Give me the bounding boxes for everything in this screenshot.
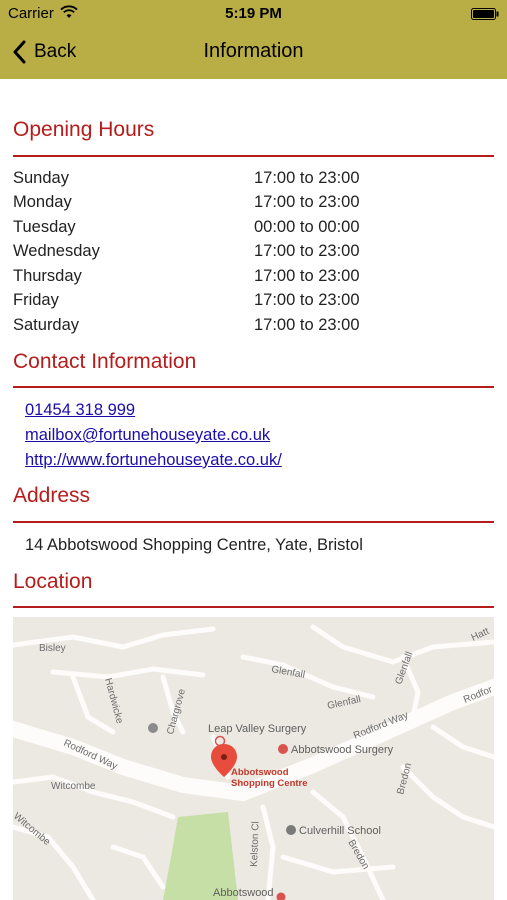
- hours-time: 00:00 to 00:00: [254, 218, 360, 236]
- school-icon: [286, 825, 296, 835]
- hours-day: Friday: [13, 291, 59, 309]
- hours-day: Saturday: [13, 316, 80, 334]
- hours-time: 17:00 to 23:00: [254, 267, 360, 285]
- map-label-bisley: Bisley: [39, 643, 66, 654]
- section-divider: [13, 606, 494, 608]
- hours-row: Wednesday 17:00 to 23:00: [13, 242, 493, 266]
- medical-icon: [276, 892, 286, 900]
- section-divider: [13, 521, 494, 523]
- hours-time: 17:00 to 23:00: [254, 169, 360, 187]
- hours-time: 17:00 to 23:00: [254, 242, 360, 260]
- hours-day: Tuesday: [13, 218, 76, 236]
- poi-label: Leap Valley Surgery: [208, 723, 307, 735]
- map-label-kelston-cl: Kelston Cl: [249, 821, 262, 867]
- hours-row: Thursday 17:00 to 23:00: [13, 267, 493, 291]
- hours-time: 17:00 to 23:00: [254, 316, 360, 334]
- poi-label: Abbotswood: [213, 887, 274, 899]
- place-of-worship-icon: [148, 723, 158, 733]
- medical-icon: [278, 744, 288, 754]
- navigation-bar: Carrier 5:19 PM Back Information: [0, 0, 507, 79]
- contact-heading: Contact Information: [13, 350, 197, 373]
- location-map[interactable]: Bisley Hatt Glenfall Glenfall Glenfall H…: [13, 617, 494, 900]
- hours-day: Thursday: [13, 267, 82, 285]
- poi-abbotswood-surgery: Abbotswood Surgery: [278, 744, 394, 756]
- hours-day: Wednesday: [13, 242, 100, 260]
- hours-row: Tuesday 00:00 to 00:00: [13, 218, 493, 242]
- email-link[interactable]: mailbox@fortunehouseyate.co.uk: [25, 426, 270, 445]
- hours-row: Sunday 17:00 to 23:00: [13, 169, 493, 193]
- map-label-glenfall: Glenfall: [326, 694, 361, 712]
- address-heading: Address: [13, 484, 91, 507]
- section-divider: [13, 155, 494, 157]
- map-canvas: Bisley Hatt Glenfall Glenfall Glenfall H…: [13, 624, 494, 900]
- map-label-bredon: Bredon: [345, 838, 371, 871]
- hours-day: Monday: [13, 193, 72, 211]
- map-label-witcombe: Witcombe: [51, 781, 96, 792]
- poi-culverhill-school: Culverhill School: [286, 825, 381, 837]
- website-link[interactable]: http://www.fortunehouseyate.co.uk/: [25, 451, 282, 470]
- address-text: 14 Abbotswood Shopping Centre, Yate, Bri…: [25, 536, 363, 554]
- page-title: Information: [203, 40, 304, 62]
- section-divider: [13, 386, 494, 388]
- poi-leap-valley: Leap Valley Surgery: [208, 723, 307, 747]
- map-pin-center: [221, 754, 227, 760]
- phone-link[interactable]: 01454 318 999: [25, 401, 135, 420]
- map-label-hardwicke: Hardwicke: [102, 677, 125, 725]
- marker-label: Shopping Centre: [231, 778, 308, 789]
- poi-abbotswood: Abbotswood: [213, 887, 286, 900]
- status-time: 5:19 PM: [225, 5, 282, 22]
- marker-label: Abbotswood: [231, 767, 289, 778]
- battery-icon: [471, 8, 499, 20]
- hours-row: Friday 17:00 to 23:00: [13, 291, 493, 315]
- hours-row: Saturday 17:00 to 23:00: [13, 316, 493, 340]
- map-label-glenfall: Glenfall: [270, 664, 305, 681]
- hours-time: 17:00 to 23:00: [254, 291, 360, 309]
- hours-time: 17:00 to 23:00: [254, 193, 360, 211]
- status-bar: Carrier 5:19 PM: [0, 0, 507, 26]
- poi-label: Culverhill School: [299, 825, 381, 837]
- opening-hours-heading: Opening Hours: [13, 118, 155, 141]
- location-heading: Location: [13, 570, 93, 593]
- poi-label: Abbotswood Surgery: [291, 744, 394, 756]
- hours-day: Sunday: [13, 169, 69, 187]
- hours-row: Monday 17:00 to 23:00: [13, 193, 493, 217]
